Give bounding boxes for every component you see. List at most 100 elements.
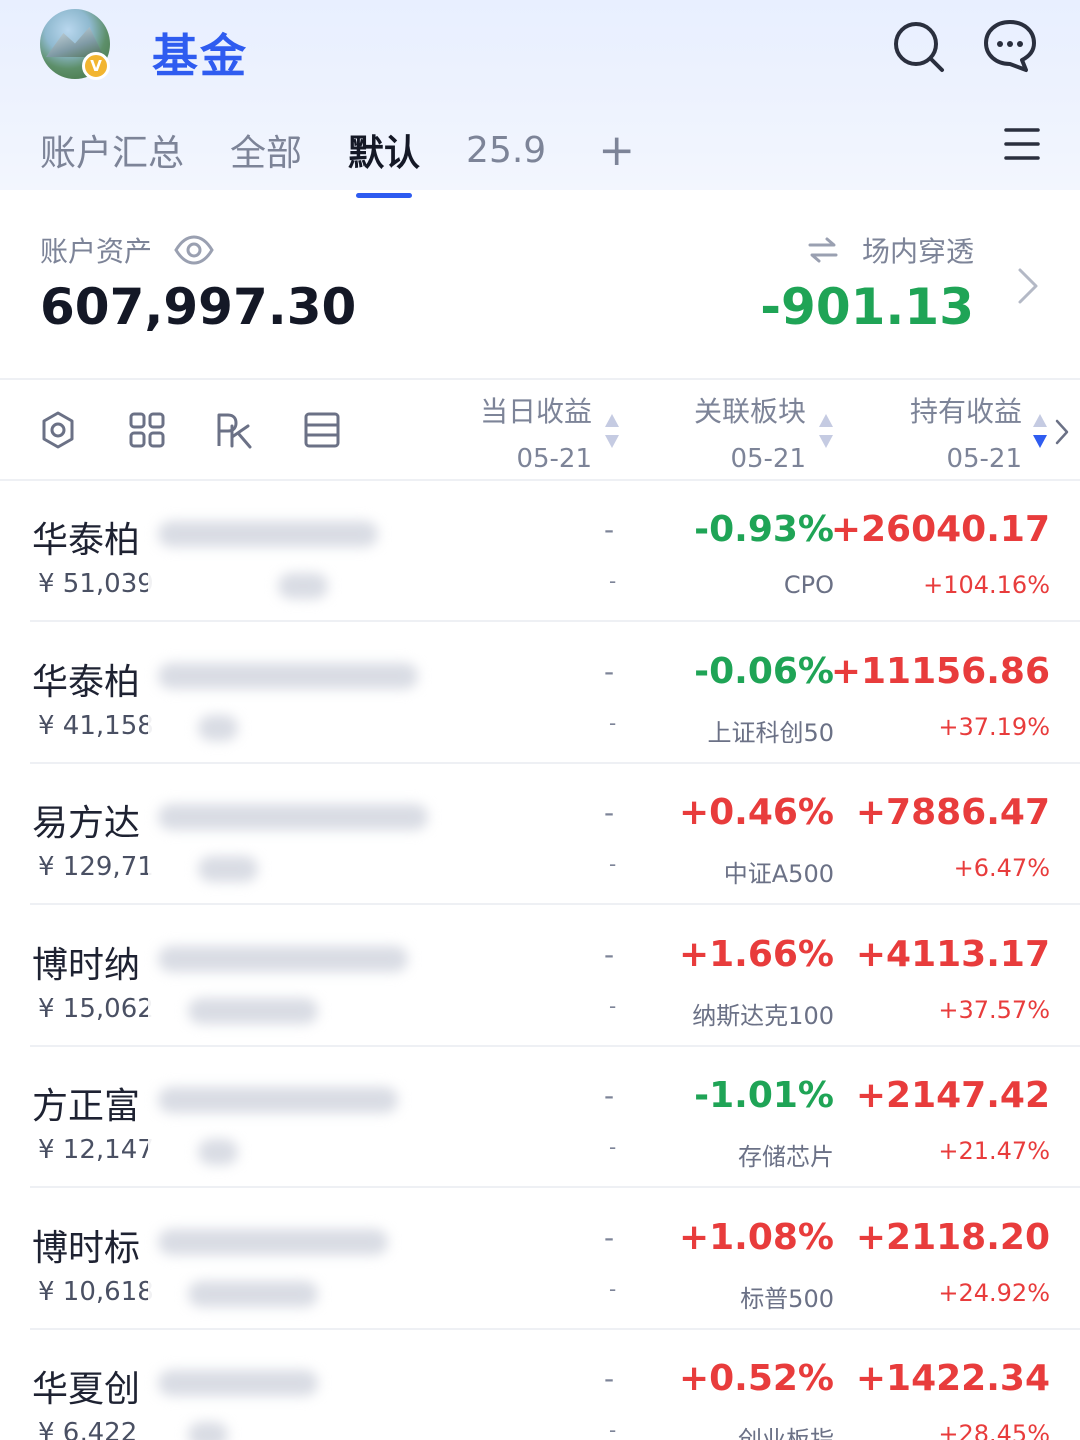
fund-row[interactable]: 华泰柏 ¥ 51,039 - - -0.93% CPO +26040.17 +104.16%	[0, 481, 1080, 622]
add-tab-button[interactable]: +	[598, 125, 635, 176]
fund-row[interactable]: 华夏创 ¥ 6,422 - - +0.52% 创业板指 +1422.34 +28.45%	[0, 1330, 1080, 1440]
daily-earnings: -	[604, 1362, 615, 1395]
daily-earnings: -	[604, 513, 615, 546]
holding-earnings: +4113.17	[855, 933, 1050, 975]
daily-earnings-pct: -	[609, 569, 617, 593]
holding-earnings-pct: +37.57%	[938, 995, 1050, 1024]
column-date: 05-21	[946, 444, 1022, 474]
fund-amount: ¥ 6,422	[38, 1418, 138, 1440]
fund-name: 博时纳	[32, 944, 141, 986]
holding-earnings: +7886.47	[855, 792, 1050, 833]
privacy-blur	[148, 1188, 520, 1330]
sector-name: 纳斯达克100	[692, 1001, 834, 1030]
fund-amount: ¥ 41,158	[38, 710, 154, 741]
menu-icon[interactable]	[1004, 126, 1040, 162]
penetration-label: 场内穿透	[861, 235, 974, 268]
grid-icon[interactable]	[127, 410, 167, 450]
sector-change: +1.08%	[678, 1216, 834, 1258]
fund-name: 博时标	[32, 1227, 141, 1269]
sector-name: CPO	[783, 571, 834, 599]
header-bar: V 基金 账户汇总 全部 默认 25.9 +	[0, 0, 1080, 198]
daily-earnings: -	[604, 937, 615, 971]
fund-name: 华泰柏	[32, 520, 141, 561]
fund-row[interactable]: 华泰柏 ¥ 41,158 - - -0.06% 上证科创50 +11156.86 +37.19…	[0, 622, 1080, 764]
holding-earnings: +11156.86	[830, 650, 1050, 692]
holding-earnings-pct: +21.47%	[938, 1137, 1050, 1165]
daily-earnings: -	[604, 1079, 615, 1112]
settings-icon[interactable]	[38, 410, 78, 450]
fund-row[interactable]: 博时纳 ¥ 15,062 - - +1.66% 纳斯达克100 +4113.17 +37.57…	[0, 905, 1080, 1047]
sort-icon[interactable]	[818, 412, 834, 450]
daily-earnings-pct: -	[609, 852, 617, 876]
privacy-blur	[148, 1330, 520, 1440]
column-holding-earnings[interactable]: 持有收益 05-21	[910, 390, 1022, 474]
fund-amount: ¥ 12,147	[38, 1135, 154, 1165]
sort-icon-active[interactable]	[1032, 412, 1048, 450]
sector-name: 中证A500	[723, 860, 834, 888]
search-icon[interactable]	[890, 18, 946, 74]
divider	[0, 378, 1080, 380]
column-related-sector[interactable]: 关联板块 05-21	[694, 390, 806, 474]
tab-all[interactable]: 全部	[230, 124, 302, 176]
holding-earnings-pct: +104.16%	[923, 571, 1050, 599]
sector-change: -1.01%	[694, 1075, 834, 1116]
asset-label: 账户资产	[40, 235, 153, 268]
sector-name: 标普500	[740, 1284, 834, 1313]
swap-icon	[808, 237, 838, 263]
chat-icon[interactable]	[982, 18, 1038, 74]
holding-earnings: +1422.34	[855, 1358, 1050, 1399]
daily-earnings-pct: -	[609, 993, 617, 1018]
daily-earnings-pct: -	[609, 710, 617, 735]
sector-name: 创业板指	[738, 1426, 834, 1440]
sector-name: 上证科创50	[707, 718, 834, 747]
fund-name: 华夏创	[32, 1369, 141, 1410]
fund-amount: ¥ 15,062	[38, 993, 154, 1024]
pk-icon[interactable]	[214, 410, 254, 450]
vip-badge: V	[82, 52, 110, 80]
chevron-right-icon[interactable]	[1054, 418, 1070, 446]
sector-change: -0.06%	[694, 650, 834, 692]
fund-row[interactable]: 易方达 ¥ 129,71 - - +0.46% 中证A500 +7886.47 +6.47%	[0, 764, 1080, 905]
column-title: 关联板块	[693, 395, 806, 428]
fund-row[interactable]: 方正富 ¥ 12,147 - - -1.01% 存储芯片 +2147.42 +21.47%	[0, 1047, 1080, 1188]
privacy-blur	[148, 764, 520, 905]
daily-earnings-pct: -	[609, 1135, 617, 1159]
column-title: 持有收益	[909, 395, 1022, 428]
column-date: 05-21	[516, 444, 592, 474]
sector-change: +0.46%	[678, 792, 834, 833]
column-title: 当日收益	[479, 395, 592, 428]
sector-change: +0.52%	[678, 1358, 834, 1399]
fund-name: 易方达	[32, 803, 141, 844]
tab-bar: 账户汇总 全部 默认 25.9 +	[40, 122, 635, 198]
chevron-right-icon[interactable]	[1016, 266, 1040, 306]
sector-change: +1.66%	[678, 933, 834, 975]
privacy-blur	[148, 622, 520, 764]
list-icon[interactable]	[302, 410, 342, 450]
column-date: 05-21	[730, 444, 806, 474]
sector-name: 存储芯片	[738, 1143, 834, 1171]
daily-earnings: -	[604, 654, 615, 688]
fund-name: 方正富	[32, 1086, 141, 1127]
privacy-blur	[148, 1047, 520, 1188]
asset-label-group: 账户资产	[40, 230, 214, 270]
sector-change: -0.93%	[694, 509, 834, 550]
asset-value: 607,997.30	[40, 278, 357, 336]
holding-earnings-pct: +6.47%	[953, 854, 1050, 882]
holding-earnings-pct: +37.19%	[938, 712, 1050, 741]
tab-account-summary[interactable]: 账户汇总	[40, 124, 184, 176]
penetration-label-group[interactable]: 场内穿透	[808, 230, 974, 270]
daily-earnings: -	[604, 1220, 615, 1254]
tab-25-9[interactable]: 25.9	[466, 130, 546, 171]
tab-default[interactable]: 默认	[348, 124, 420, 198]
holding-earnings-pct: +28.45%	[938, 1420, 1050, 1440]
holding-earnings: +2147.42	[855, 1075, 1050, 1116]
fund-row[interactable]: 博时标 ¥ 10,618 - - +1.08% 标普500 +2118.20 +24.92%	[0, 1188, 1080, 1330]
column-daily-earnings[interactable]: 当日收益 05-21	[480, 390, 592, 474]
fund-amount: ¥ 51,039	[38, 569, 154, 599]
daily-earnings-pct: -	[609, 1276, 617, 1301]
privacy-blur	[148, 481, 520, 622]
eye-icon[interactable]	[174, 235, 214, 265]
sort-icon[interactable]	[604, 412, 620, 450]
daily-earnings-pct: -	[609, 1418, 617, 1440]
page-title: 基金	[152, 29, 248, 83]
